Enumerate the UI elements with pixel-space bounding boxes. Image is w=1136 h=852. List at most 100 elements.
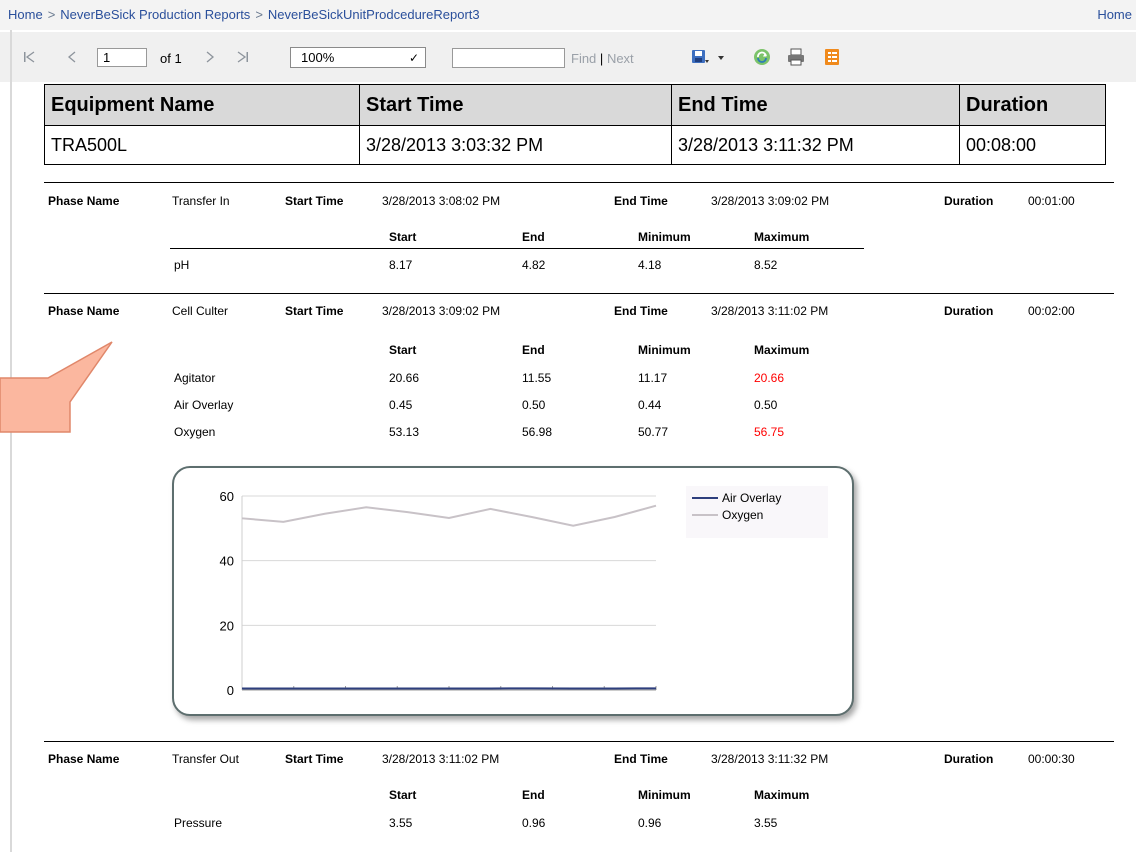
param-maximum-alert: 56.75 <box>754 425 785 439</box>
subtable-rule <box>170 248 864 249</box>
table-cell: 3/28/2013 3:03:32 PM <box>359 125 672 165</box>
phase-duration: 00:02:00 <box>1028 304 1075 318</box>
col-minimum-header: Minimum <box>638 343 691 357</box>
start-time-label: Start Time <box>285 752 344 766</box>
phase-name-label: Phase Name <box>48 194 120 208</box>
breadcrumb-home[interactable]: Home <box>8 7 43 22</box>
phase-name: Transfer In <box>172 194 230 208</box>
phase-duration: 00:00:30 <box>1028 752 1075 766</box>
phase-start-time: 3/28/2013 3:08:02 PM <box>382 194 501 208</box>
find-input[interactable] <box>452 48 565 68</box>
page-number-input[interactable]: 1 <box>97 48 147 67</box>
trend-chart: 0 20 40 60 Air Overlay Oxygen <box>220 486 828 698</box>
export-dropdown-icon[interactable] <box>716 47 726 67</box>
param-name: Air Overlay <box>174 398 234 412</box>
end-time-label: End Time <box>614 194 668 208</box>
breadcrumb-current-report[interactable]: NeverBeSickUnitProdcedureReport3 <box>268 7 480 22</box>
refresh-icon[interactable] <box>752 47 772 67</box>
phase-end-time: 3/28/2013 3:11:02 PM <box>711 304 829 318</box>
phase-duration: 00:01:00 <box>1028 194 1075 208</box>
param-start: 0.45 <box>389 398 413 412</box>
param-start: 20.66 <box>389 371 420 385</box>
col-minimum-header: Minimum <box>638 788 691 802</box>
param-minimum: 0.96 <box>638 816 662 830</box>
phase-start-time: 3/28/2013 3:11:02 PM <box>382 752 500 766</box>
breadcrumb: Home > NeverBeSick Production Reports > Neve… <box>0 0 1136 30</box>
param-end: 11.55 <box>522 371 552 385</box>
breadcrumb-separator: > <box>255 7 263 22</box>
find-separator: | <box>599 51 604 66</box>
param-name: Pressure <box>174 816 223 830</box>
export-icon[interactable] <box>690 47 710 67</box>
phase-divider <box>44 293 1114 294</box>
find-link[interactable]: Find | Next <box>571 51 634 66</box>
param-end: 56.98 <box>522 425 553 439</box>
phase-name: Transfer Out <box>172 752 239 766</box>
param-maximum-alert: 20.66 <box>754 371 785 385</box>
y-tick-label: 60 <box>220 489 234 504</box>
param-minimum: 0.44 <box>638 398 662 412</box>
col-end-header: End <box>522 788 545 802</box>
y-tick-label: 20 <box>220 618 234 633</box>
find-label[interactable]: Find <box>571 51 596 66</box>
y-tick-label: 40 <box>220 554 234 569</box>
col-end-header: End <box>522 230 545 244</box>
zoom-value: 100% <box>301 50 335 65</box>
col-maximum-header: Maximum <box>754 343 810 357</box>
param-start: 53.13 <box>389 425 420 439</box>
end-time-label: End Time <box>614 304 668 318</box>
duration-label: Duration <box>944 752 994 766</box>
param-start: 8.17 <box>389 258 413 272</box>
column-header: Duration <box>959 84 1106 126</box>
next-link[interactable]: Next <box>607 51 634 66</box>
end-time-label: End Time <box>614 752 668 766</box>
print-icon[interactable] <box>786 47 806 67</box>
start-time-label: Start Time <box>285 194 344 208</box>
series-line-oxygen <box>241 504 657 527</box>
col-minimum-header: Minimum <box>638 230 691 244</box>
col-start-header: Start <box>389 230 417 244</box>
breadcrumb-reports[interactable]: NeverBeSick Production Reports <box>60 7 250 22</box>
param-maximum: 3.55 <box>754 816 778 830</box>
equipment-table: Equipment Name Start Time End Time Durat… <box>44 84 1106 165</box>
page-count: of 1 <box>160 51 182 66</box>
duration-label: Duration <box>944 194 994 208</box>
param-minimum: 4.18 <box>638 258 662 272</box>
column-header: Equipment Name <box>44 84 360 126</box>
col-start-header: Start <box>389 788 417 802</box>
phase-divider <box>44 741 1114 742</box>
column-header: End Time <box>671 84 960 126</box>
col-maximum-header: Maximum <box>754 230 810 244</box>
param-maximum: 8.52 <box>754 258 778 272</box>
param-start: 3.55 <box>389 816 413 830</box>
param-maximum: 0.50 <box>754 398 778 412</box>
callout-arrow-annotation <box>0 341 113 433</box>
table-cell: 00:08:00 <box>959 125 1106 165</box>
zoom-select[interactable]: 100% ✓ <box>290 47 426 68</box>
phase-name: Cell Culter <box>172 304 229 318</box>
chevron-down-icon: ✓ <box>408 51 419 65</box>
previous-page-icon[interactable] <box>64 49 80 65</box>
legend-label: Air Overlay <box>722 491 781 505</box>
legend-label: Oxygen <box>722 508 763 522</box>
table-cell: 3/28/2013 3:11:32 PM <box>671 125 960 165</box>
col-end-header: End <box>522 343 545 357</box>
next-page-icon[interactable] <box>202 49 218 65</box>
duration-label: Duration <box>944 304 994 318</box>
breadcrumb-separator: > <box>47 7 56 22</box>
phase-divider <box>44 182 1114 183</box>
param-minimum: 50.77 <box>638 425 669 439</box>
start-time-label: Start Time <box>285 304 344 318</box>
home-link[interactable]: Home <box>1097 0 1132 30</box>
param-end: 0.50 <box>522 398 546 412</box>
table-header-row: Equipment Name Start Time End Time Durat… <box>44 84 1106 126</box>
phase-name-label: Phase Name <box>48 304 120 318</box>
param-end: 4.82 <box>522 258 546 272</box>
y-tick-label: 0 <box>227 683 234 698</box>
col-start-header: Start <box>389 343 417 357</box>
first-page-icon[interactable] <box>22 49 38 65</box>
col-maximum-header: Maximum <box>754 788 810 802</box>
phase-end-time: 3/28/2013 3:11:32 PM <box>711 752 829 766</box>
data-feed-icon[interactable] <box>822 47 842 67</box>
last-page-icon[interactable] <box>234 49 250 65</box>
